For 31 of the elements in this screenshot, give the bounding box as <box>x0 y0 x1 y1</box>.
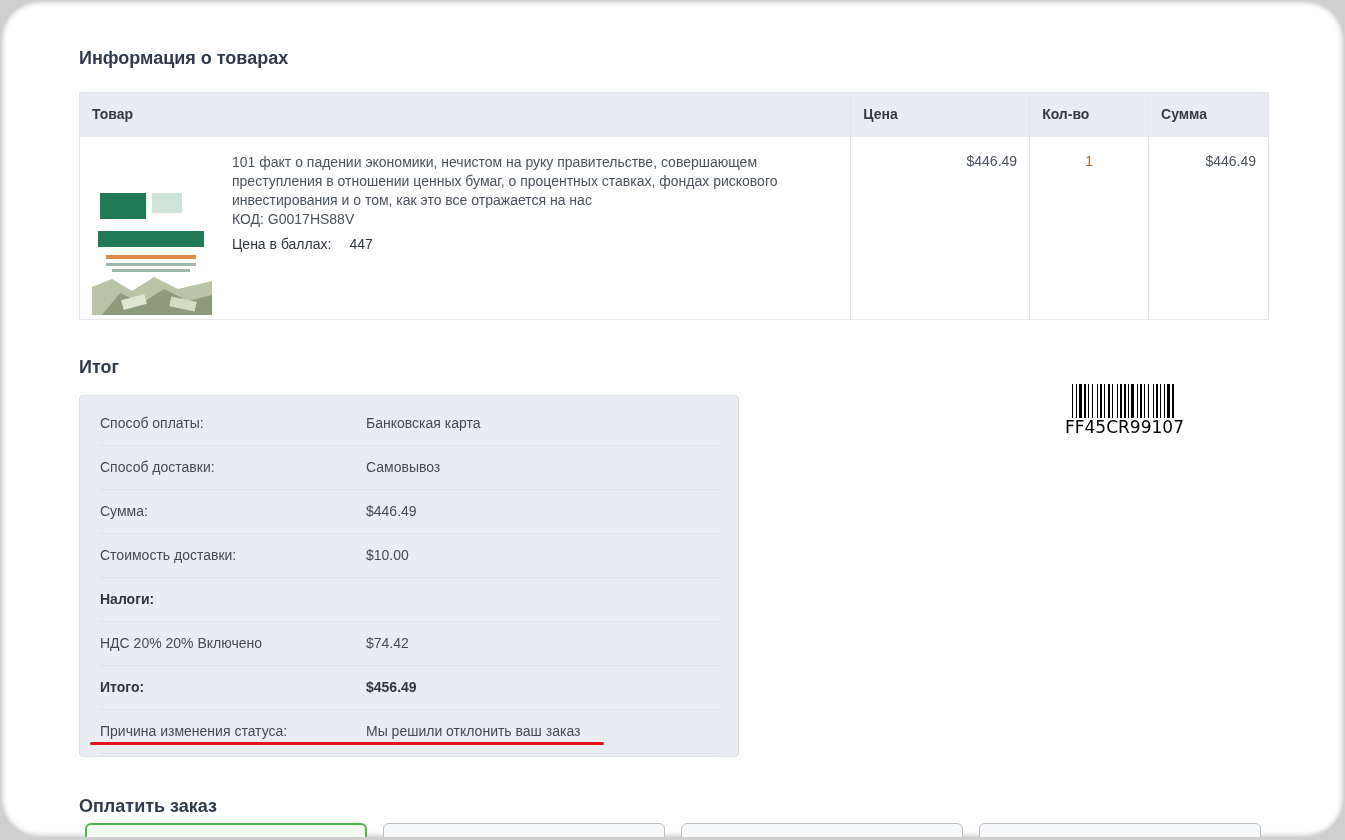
summary-label: Причина изменения статуса: <box>100 722 289 741</box>
summary-label: Способ доставки: <box>100 458 216 477</box>
points-value: 447 <box>349 235 373 254</box>
column-header: Товар <box>79 92 851 137</box>
table-cell: $446.49 <box>850 136 1030 320</box>
product-code: КОД: G0017HS88V <box>232 210 356 229</box>
column-header: Сумма <box>1148 92 1269 137</box>
section-title: Информация о товарах <box>79 47 290 70</box>
column-header: Цена <box>850 92 1030 137</box>
table-cell: $446.49 <box>1148 136 1269 320</box>
summary-value: Банковская карта <box>366 414 481 433</box>
section-title: Итог <box>79 356 120 379</box>
summary-label: Налоги: <box>100 590 156 609</box>
table-cell: 1 <box>1029 136 1149 320</box>
summary-value: $74.42 <box>366 634 409 653</box>
summary-value: $10.00 <box>366 546 409 565</box>
summary-label: Способ оплаты: <box>100 414 205 433</box>
barcode-number: FF45CR99107 <box>1065 418 1184 436</box>
product-name: 101 факт о падении экономики, нечистом на руку правительстве, совершающем преступления в отношении ценных бумаг, о процентных ставках, фондах рискового инвестирования и о том, как это все отражается на нас <box>232 153 779 210</box>
points-label: Цена в баллах: <box>232 235 332 254</box>
summary-label: НДС 20% 20% Включено <box>100 634 263 653</box>
column-header: Кол-во <box>1029 92 1149 137</box>
summary-value: Самовывоз <box>366 458 441 477</box>
summary-value: $456.49 <box>366 678 417 697</box>
summary-label: Сумма: <box>100 502 149 521</box>
barcode-icon <box>1072 384 1177 418</box>
summary-value: Мы решили отклонить ваш заказ <box>366 722 581 741</box>
summary-label: Стоимость доставки: <box>100 546 238 565</box>
section-title: Оплатить заказ <box>79 795 218 817</box>
summary-value: $446.49 <box>366 502 417 521</box>
summary-label: Итого: <box>100 678 146 697</box>
